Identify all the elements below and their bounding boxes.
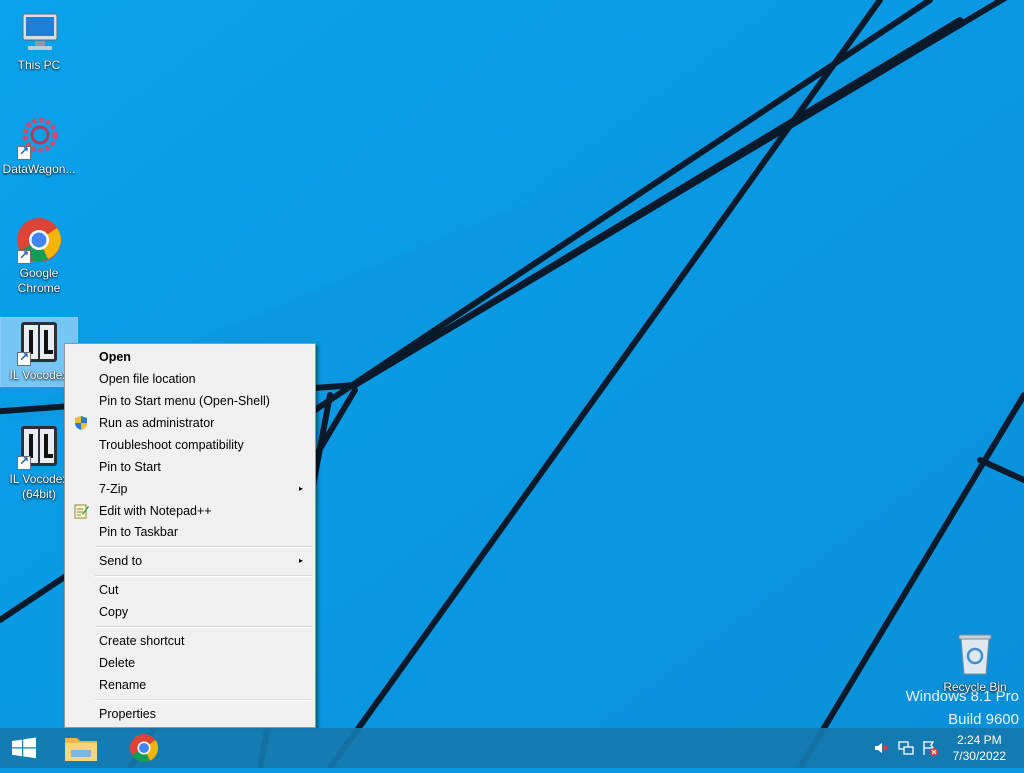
- taskbar: 2:24 PM 7/30/2022: [0, 728, 1024, 768]
- menu-item-run-as-administrator[interactable]: Run as administrator: [67, 412, 313, 434]
- menu-item-label: Run as administrator: [99, 416, 215, 430]
- action-center-flag-icon[interactable]: [922, 740, 938, 756]
- menu-item-label: Pin to Taskbar: [99, 525, 178, 539]
- chrome-icon: [15, 216, 63, 264]
- menu-item-label: Pin to Start: [99, 460, 161, 474]
- recycle-bin-icon: [951, 630, 999, 678]
- menu-item-label: Open file location: [99, 372, 196, 386]
- menu-item-edit-with-notepad[interactable]: Edit with Notepad++: [67, 500, 313, 522]
- menu-item-rename[interactable]: Rename: [67, 674, 313, 696]
- notepad-plus-icon: [73, 503, 89, 519]
- shortcut-arrow-icon: [17, 248, 31, 264]
- taskbar-clock[interactable]: 2:24 PM 7/30/2022: [953, 732, 1006, 764]
- menu-item-label: Pin to Start menu (Open-Shell): [99, 394, 270, 408]
- menu-item-label: Rename: [99, 678, 147, 692]
- menu-item-pin-to-start[interactable]: Pin to Start: [67, 456, 313, 478]
- desktop-icon-label: Chrome: [17, 281, 61, 295]
- start-button-icon: [12, 737, 36, 759]
- menu-item-label: Troubleshoot compatibility: [99, 438, 244, 452]
- menu-item-label: Properties: [99, 707, 156, 721]
- menu-item-copy[interactable]: Copy: [67, 601, 313, 623]
- menu-item-label: Cut: [99, 583, 119, 597]
- menu-item-open-file-location[interactable]: Open file location: [67, 368, 313, 390]
- submenu-arrow-icon: ▸: [298, 484, 303, 493]
- taskbar-file-explorer[interactable]: [57, 728, 105, 768]
- network-icon[interactable]: [898, 740, 914, 756]
- menu-item-open[interactable]: Open: [67, 346, 313, 368]
- il-vocodex-icon: [15, 422, 63, 470]
- menu-separator: [95, 699, 312, 701]
- menu-item-create-shortcut[interactable]: Create shortcut: [67, 630, 313, 652]
- menu-item-cut[interactable]: Cut: [67, 579, 313, 601]
- menu-item-label: Copy: [99, 605, 129, 619]
- taskbar-chrome[interactable]: [120, 728, 168, 768]
- shortcut-arrow-icon: [17, 454, 31, 470]
- menu-item-label: Send to: [99, 554, 143, 568]
- volume-muted-icon[interactable]: [873, 740, 889, 756]
- desktop-icon-google-chrome[interactable]: Google Chrome: [1, 216, 77, 296]
- menu-item-troubleshoot-compatibility[interactable]: Troubleshoot compatibility: [67, 434, 313, 456]
- menu-separator: [95, 546, 312, 548]
- datawagon-gear-icon: [15, 112, 63, 160]
- shortcut-arrow-icon: [17, 350, 31, 366]
- menu-separator: [95, 626, 312, 628]
- menu-item-send-to[interactable]: Send to ▸: [67, 550, 313, 572]
- menu-item-label: 7-Zip: [99, 482, 128, 496]
- menu-item-delete[interactable]: Delete: [67, 652, 313, 674]
- file-explorer-icon: [65, 738, 97, 761]
- desktop-icon-this-pc[interactable]: This PC: [1, 8, 77, 73]
- chrome-icon: [130, 734, 158, 762]
- menu-item-properties[interactable]: Properties: [67, 703, 313, 725]
- il-vocodex-icon: [15, 318, 63, 366]
- menu-item-pin-to-start-menu[interactable]: Pin to Start menu (Open-Shell): [67, 390, 313, 412]
- menu-item-label: Create shortcut: [99, 634, 185, 648]
- clock-time: 2:24 PM: [956, 733, 1002, 747]
- menu-item-label: Open: [99, 350, 131, 364]
- menu-item-label: Edit with Notepad++: [99, 504, 212, 518]
- menu-separator: [95, 575, 312, 577]
- computer-icon: [15, 8, 63, 56]
- submenu-arrow-icon: ▸: [298, 556, 303, 565]
- desktop-icon-recycle-bin[interactable]: Recycle Bin: [937, 630, 1013, 695]
- context-menu: Open Open file location Pin to Start men…: [64, 343, 316, 728]
- clock-date: 7/30/2022: [952, 749, 1006, 763]
- desktop-icon-label: This PC: [17, 58, 61, 72]
- desktop-icon-label: DataWagon...: [2, 162, 76, 176]
- uac-shield-icon: [73, 415, 89, 431]
- shortcut-arrow-icon: [17, 144, 31, 160]
- desktop-icon-label: Recycle Bin: [943, 680, 1007, 694]
- desktop-icon-label: Google: [19, 266, 59, 280]
- menu-item-7zip[interactable]: 7-Zip ▸: [67, 478, 313, 500]
- menu-item-pin-to-taskbar[interactable]: Pin to Taskbar: [67, 521, 313, 543]
- start-button[interactable]: [0, 728, 48, 768]
- desktop-icon-datawagon[interactable]: DataWagon...: [1, 112, 77, 177]
- menu-item-label: Delete: [99, 656, 136, 670]
